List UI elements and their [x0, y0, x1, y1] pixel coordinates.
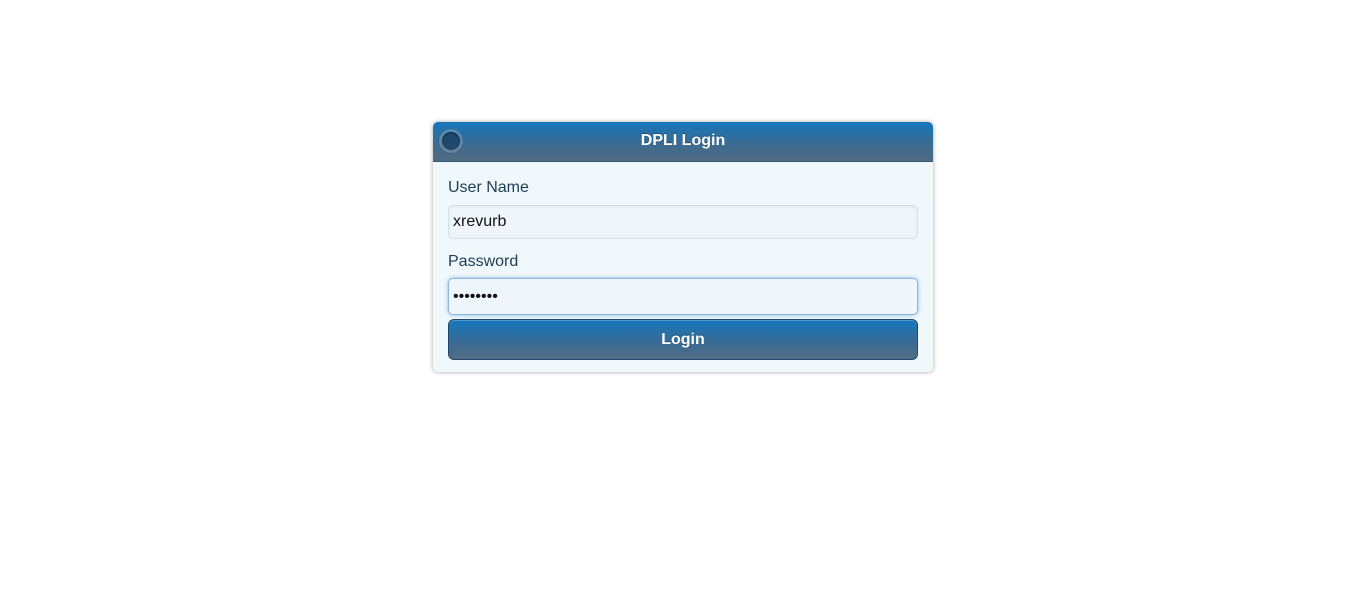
username-label: User Name: [448, 179, 529, 196]
login-button[interactable]: Login: [448, 319, 918, 360]
login-dialog: DPLI Login User Name Password Login: [433, 122, 933, 372]
login-form: User Name Password Login: [433, 178, 933, 360]
dialog-header: DPLI Login: [433, 122, 933, 162]
password-label: Password: [448, 253, 519, 270]
dialog-title: DPLI Login: [640, 132, 726, 149]
username-input[interactable]: [448, 205, 918, 239]
password-input[interactable]: [448, 278, 918, 315]
